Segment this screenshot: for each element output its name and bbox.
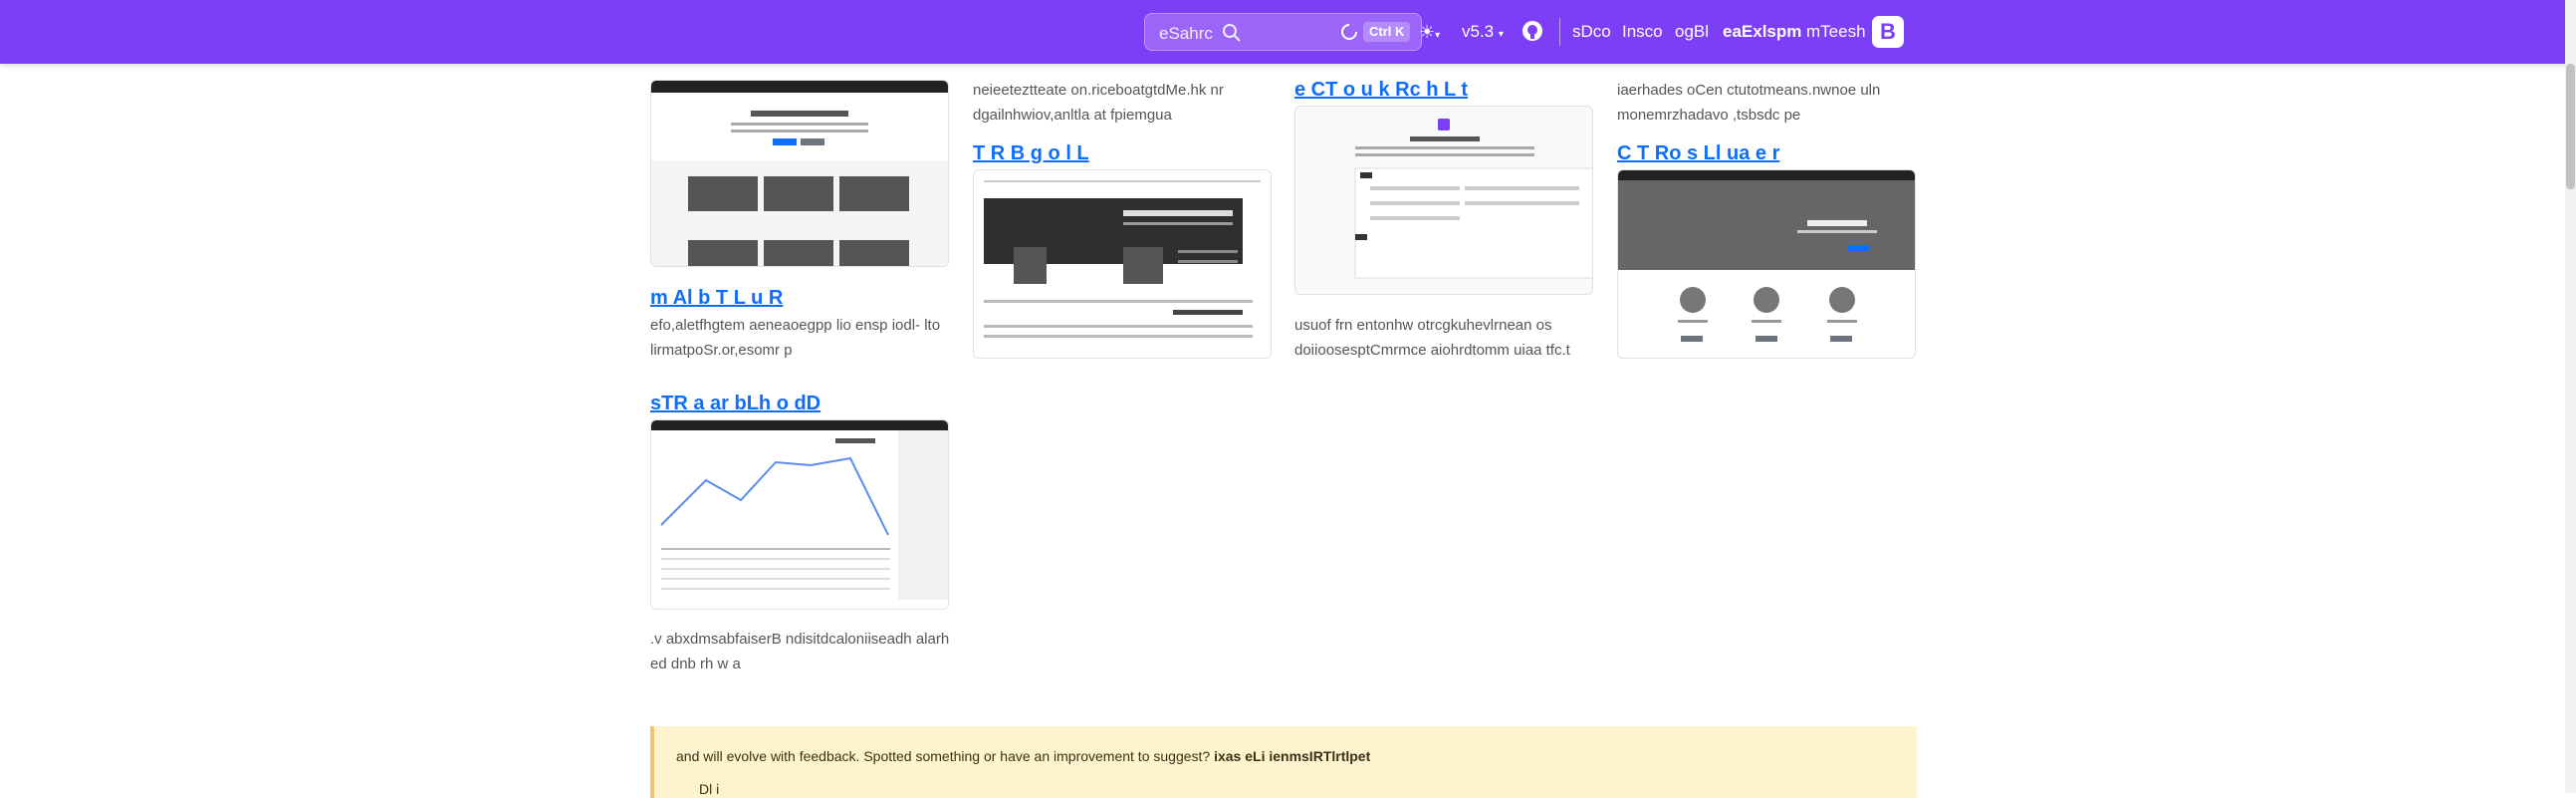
nav-link-blog[interactable]: ogBl [1675,20,1709,44]
example-thumbnail[interactable] [1294,106,1593,295]
nav-link-examples[interactable]: eaExlspm [1723,20,1801,44]
version-label: v5.3 [1462,22,1495,41]
github-icon[interactable] [1522,20,1543,42]
example-thumbnail[interactable] [1617,169,1916,359]
callout-link[interactable]: ixas eLi ienmsIRTlrtlpet [1214,748,1370,764]
page-scrollbar-thumb[interactable] [2566,64,2575,189]
card-description: usuof frn entonhw otrcgkuhevlrnean os do… [1294,317,1570,359]
card-title-link[interactable]: T R B g o l L [973,142,1089,165]
callout-subtext: Dl i [699,781,720,797]
nav-link-docs[interactable]: sDco [1572,20,1611,44]
bootstrap-logo[interactable]: B [1872,16,1904,48]
callout-message: and will evolve with feedback. Spotted s… [676,748,1211,764]
nav-link-icons[interactable]: Insco [1622,20,1663,44]
example-thumbnail[interactable] [650,80,949,267]
shortcut-badge: Ctrl K [1363,22,1411,42]
card-description: iaerhades oCen ctutotmeans.nwnoe uln mon… [1617,82,1881,124]
example-thumbnail[interactable] [973,169,1272,359]
card-title-link[interactable]: C T Ro s Ll ua e r [1617,142,1779,165]
card-description: efo,aletfhgtem aeneaoegpp lio ensp iodl-… [650,317,941,359]
feedback-callout: and will evolve with feedback. Spotted s… [650,726,1917,798]
card-description: .v abxdmsabfaiserB ndisitdcaloniiseadh a… [650,631,950,672]
theme-toggle[interactable]: ☀▾ [1419,20,1453,44]
search-box[interactable]: eSahrc Ctrl K [1144,13,1422,51]
nav-link-themes[interactable]: mTeesh [1806,20,1866,44]
card-title-link[interactable]: sTR a ar bLh o dD [650,393,820,415]
sun-icon: ☀ [1419,22,1436,42]
version-dropdown[interactable]: v5.3 ▾ [1462,20,1504,47]
card-title-link[interactable]: m Al b T L u R [650,287,783,310]
chevron-down-icon: ▾ [1498,29,1504,40]
example-thumbnail[interactable] [650,419,949,610]
navbar-divider [1559,18,1560,46]
search-icon [1223,24,1241,42]
card-description: neieeteztteate on.riceboatgtdMe.hk nr dg… [973,82,1224,124]
callout-text: and will evolve with feedback. Spotted s… [676,748,1370,764]
loading-icon [1341,24,1357,40]
top-navbar: eSahrc Ctrl K ☀▾ v5.3 ▾ sDco Insco ogBl … [0,0,2576,64]
card-title-link[interactable]: e CT o u k Rc h L t [1294,79,1468,102]
chevron-down-icon: ▾ [1435,30,1441,41]
search-placeholder: eSahrc [1159,24,1213,43]
